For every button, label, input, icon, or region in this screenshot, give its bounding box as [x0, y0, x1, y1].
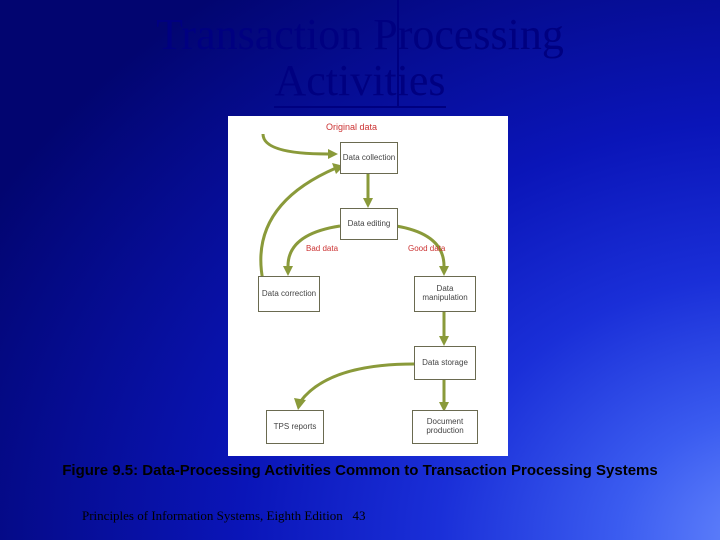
box-data-collection: Data collection [340, 142, 398, 174]
box-data-storage: Data storage [414, 346, 476, 380]
title-line-1: Transaction Processing [156, 10, 564, 59]
box-document-production: Document production [412, 410, 478, 444]
edge-bad-data: Bad data [306, 244, 338, 253]
title-line-2: Activities [274, 58, 445, 108]
figure-caption: Figure 9.5: Data-Processing Activities C… [0, 462, 720, 479]
slide-title: Transaction Processing Activities [0, 12, 720, 108]
footer: Principles of Information Systems, Eight… [82, 508, 365, 524]
footer-text: Principles of Information Systems, Eight… [82, 508, 343, 523]
edge-good-data: Good data [408, 244, 445, 253]
box-data-editing: Data editing [340, 208, 398, 240]
box-tps-reports: TPS reports [266, 410, 324, 444]
flowchart: Original data Data collection Data editi… [228, 116, 508, 456]
box-data-correction: Data correction [258, 276, 320, 312]
page-number: 43 [352, 508, 365, 523]
box-data-manipulation: Data manipulation [414, 276, 476, 312]
label-original-data: Original data [326, 122, 377, 132]
